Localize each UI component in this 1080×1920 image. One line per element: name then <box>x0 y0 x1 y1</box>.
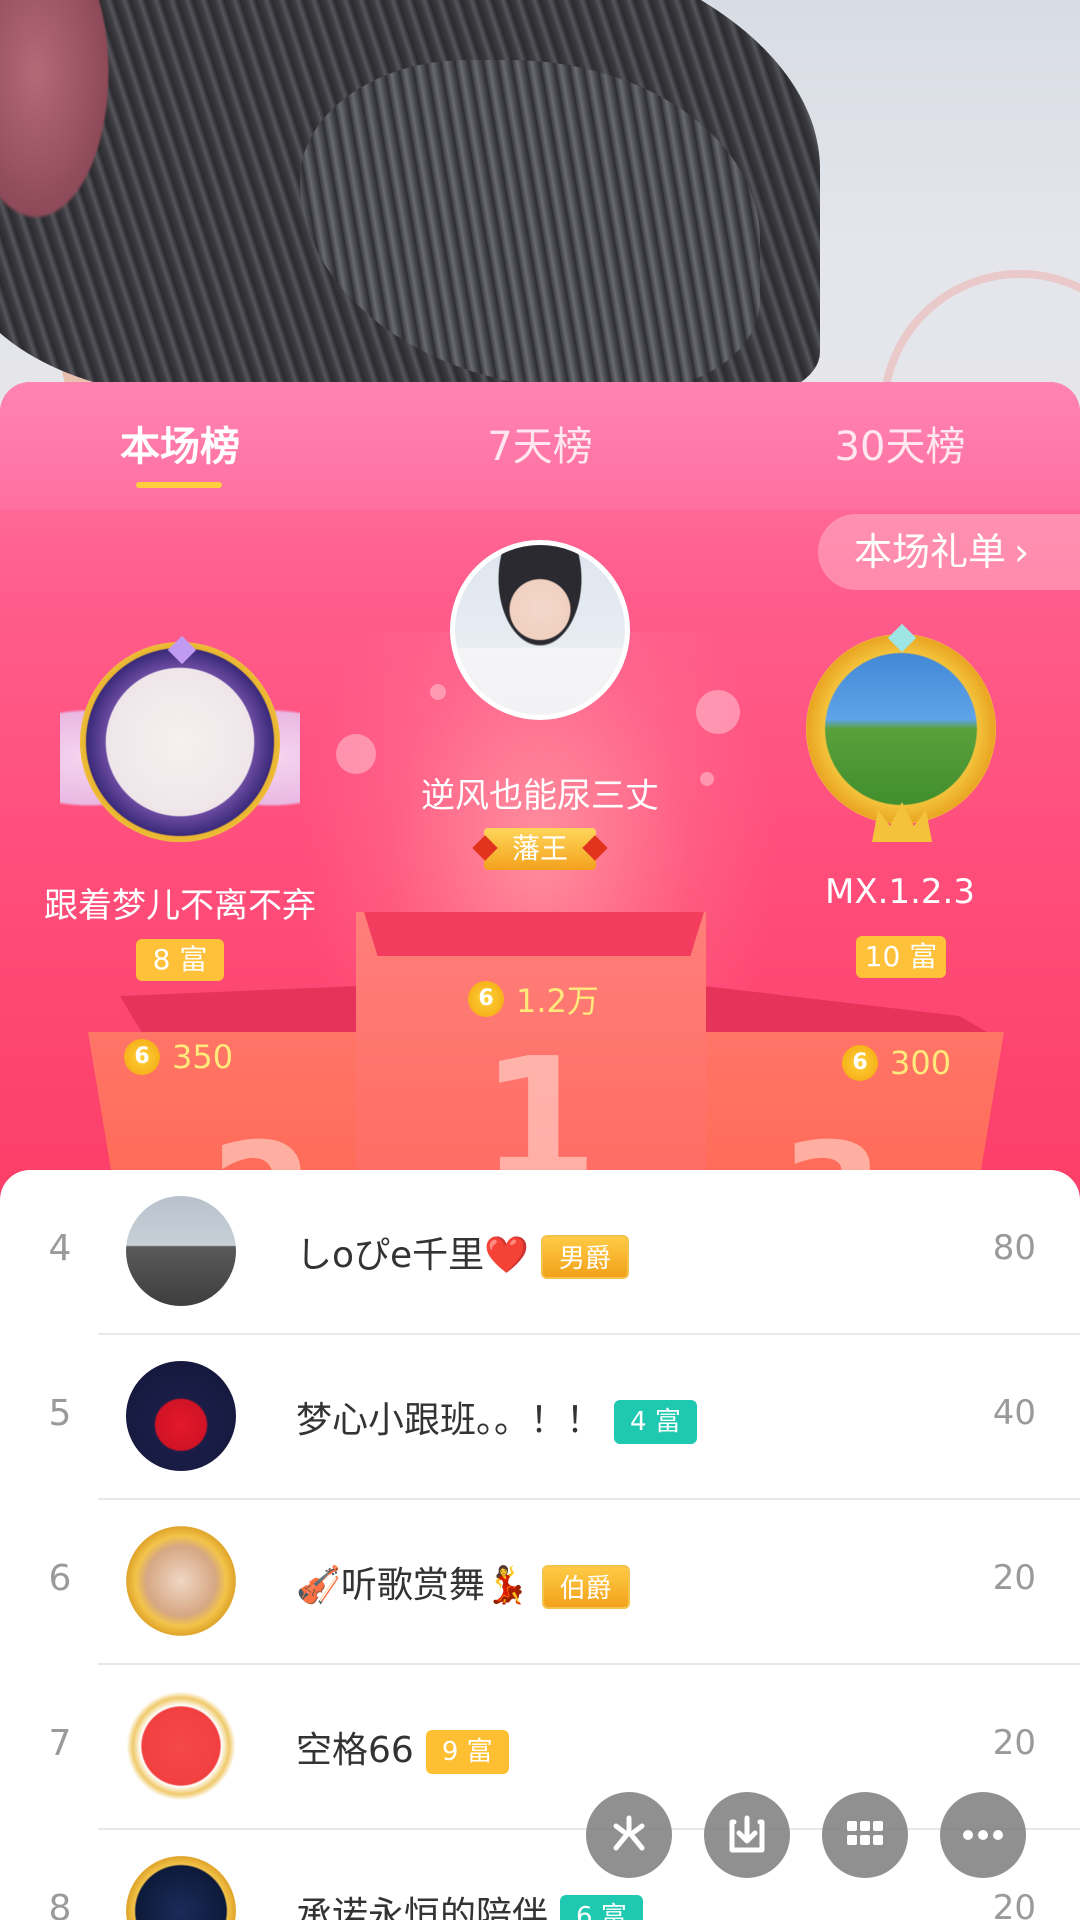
rank-title-badge: 男爵 <box>541 1235 630 1279</box>
avatar[interactable] <box>126 1691 236 1801</box>
gift-list-button[interactable]: 本场礼单 › <box>818 514 1080 590</box>
podium-3-top <box>704 986 994 1036</box>
list-rank: 7 <box>48 1723 72 1764</box>
top2-name: 跟着梦儿不离不弃 <box>44 886 316 926</box>
leaderboard-tabs: 本场榜 7天榜 30天榜 <box>0 382 1080 510</box>
menu-grid-button[interactable] <box>822 1792 908 1878</box>
list-score: 40 <box>992 1393 1036 1433</box>
download-icon <box>729 1815 765 1853</box>
list-score: 20 <box>992 1558 1036 1598</box>
top2-score-value: 350 <box>172 1038 234 1076</box>
sparkle-decoration <box>696 690 740 734</box>
top3-avatar[interactable] <box>806 634 996 824</box>
coin-icon: 6 <box>468 981 504 1017</box>
list-name: 梦心小跟班。。！！ 4 富 <box>296 1391 697 1444</box>
avatar[interactable] <box>126 1361 236 1471</box>
leaderboard-panel: 本场榜 7天榜 30天榜 本场礼单 › 1 2 3 逆风也能尿三丈 藩王 6 1.2… <box>0 382 1080 1202</box>
list-name: 空格66 9 富 <box>296 1721 509 1774</box>
list-item[interactable]: 4 しoぴe千里❤️ 男爵 80 <box>0 1170 1080 1335</box>
list-score: 20 <box>992 1723 1036 1763</box>
wealth-badge: 6 富 <box>560 1895 643 1920</box>
podium-2-top <box>120 986 360 1036</box>
user-name: しoぴe千里❤️ <box>296 1235 529 1276</box>
list-item[interactable]: 8 承诺永恒的陪伴 6 富 20 <box>0 1830 1080 1920</box>
grid-icon <box>847 1821 883 1845</box>
top2-wealth-badge: 8 富 <box>136 939 224 981</box>
top3-score-value: 300 <box>890 1044 952 1082</box>
chevron-right-icon: › <box>1014 530 1030 574</box>
list-name: しoぴe千里❤️ 男爵 <box>296 1226 630 1279</box>
ranking-list: 4 しoぴe千里❤️ 男爵 80 5 梦心小跟班。。！！ 4 富 40 6 🎻听歌赏… <box>0 1170 1080 1920</box>
list-score: 20 <box>992 1888 1036 1920</box>
user-name: 空格66 <box>296 1730 414 1771</box>
avatar[interactable] <box>126 1196 236 1306</box>
list-rank: 4 <box>48 1228 72 1269</box>
list-name: 🎻听歌赏舞💃 伯爵 <box>296 1556 630 1609</box>
top3-score: 6 300 <box>842 1042 951 1082</box>
top1-score-value: 1.2万 <box>516 982 599 1020</box>
share-icon <box>613 1815 645 1851</box>
tab-this-session[interactable]: 本场榜 <box>80 412 280 482</box>
wealth-badge: 4 富 <box>614 1400 697 1444</box>
rank-title-badge: 伯爵 <box>541 1565 630 1609</box>
sparkle-decoration <box>430 684 446 700</box>
top1-avatar[interactable] <box>450 540 630 720</box>
list-score: 80 <box>992 1228 1036 1268</box>
share-button[interactable] <box>586 1792 672 1878</box>
top3-name: MX.1.2.3 <box>825 872 975 912</box>
active-tab-indicator <box>136 482 222 488</box>
top1-name: 逆风也能尿三丈 <box>421 776 659 816</box>
coin-icon: 6 <box>842 1045 878 1081</box>
tab-30-days[interactable]: 30天榜 <box>800 412 1000 482</box>
more-button[interactable] <box>940 1792 1026 1878</box>
list-rank: 5 <box>48 1393 72 1434</box>
user-name: 🎻听歌赏舞💃 <box>296 1565 530 1606</box>
top1-score: 6 1.2万 <box>468 976 599 1022</box>
list-item[interactable]: 5 梦心小跟班。。！！ 4 富 40 <box>0 1335 1080 1500</box>
top2-score: 6 350 <box>124 1036 233 1076</box>
list-item[interactable]: 6 🎻听歌赏舞💃 伯爵 20 <box>0 1500 1080 1665</box>
top2-avatar[interactable] <box>80 642 280 842</box>
podium-1-top <box>364 912 704 956</box>
user-name: 梦心小跟班。。！！ <box>296 1400 603 1441</box>
list-item[interactable]: 7 空格66 9 富 20 <box>0 1665 1080 1830</box>
more-icon <box>963 1830 1003 1840</box>
streamer-photo-background <box>0 0 1080 420</box>
coin-icon: 6 <box>124 1039 160 1075</box>
list-name: 承诺永恒的陪伴 6 富 <box>296 1886 643 1920</box>
avatar[interactable] <box>126 1526 236 1636</box>
user-name: 承诺永恒的陪伴 <box>296 1895 549 1920</box>
photo-ribbon <box>0 0 120 240</box>
top1-rank-badge: 藩王 <box>484 828 596 870</box>
top3-wealth-badge: 10 富 <box>856 936 946 978</box>
wealth-badge: 9 富 <box>425 1730 509 1774</box>
gift-list-label: 本场礼单 <box>854 530 1007 574</box>
list-rank: 6 <box>48 1558 72 1599</box>
list-rank: 8 <box>48 1888 72 1920</box>
tab-7-days[interactable]: 7天榜 <box>440 412 640 482</box>
avatar[interactable] <box>126 1856 236 1920</box>
download-button[interactable] <box>704 1792 790 1878</box>
